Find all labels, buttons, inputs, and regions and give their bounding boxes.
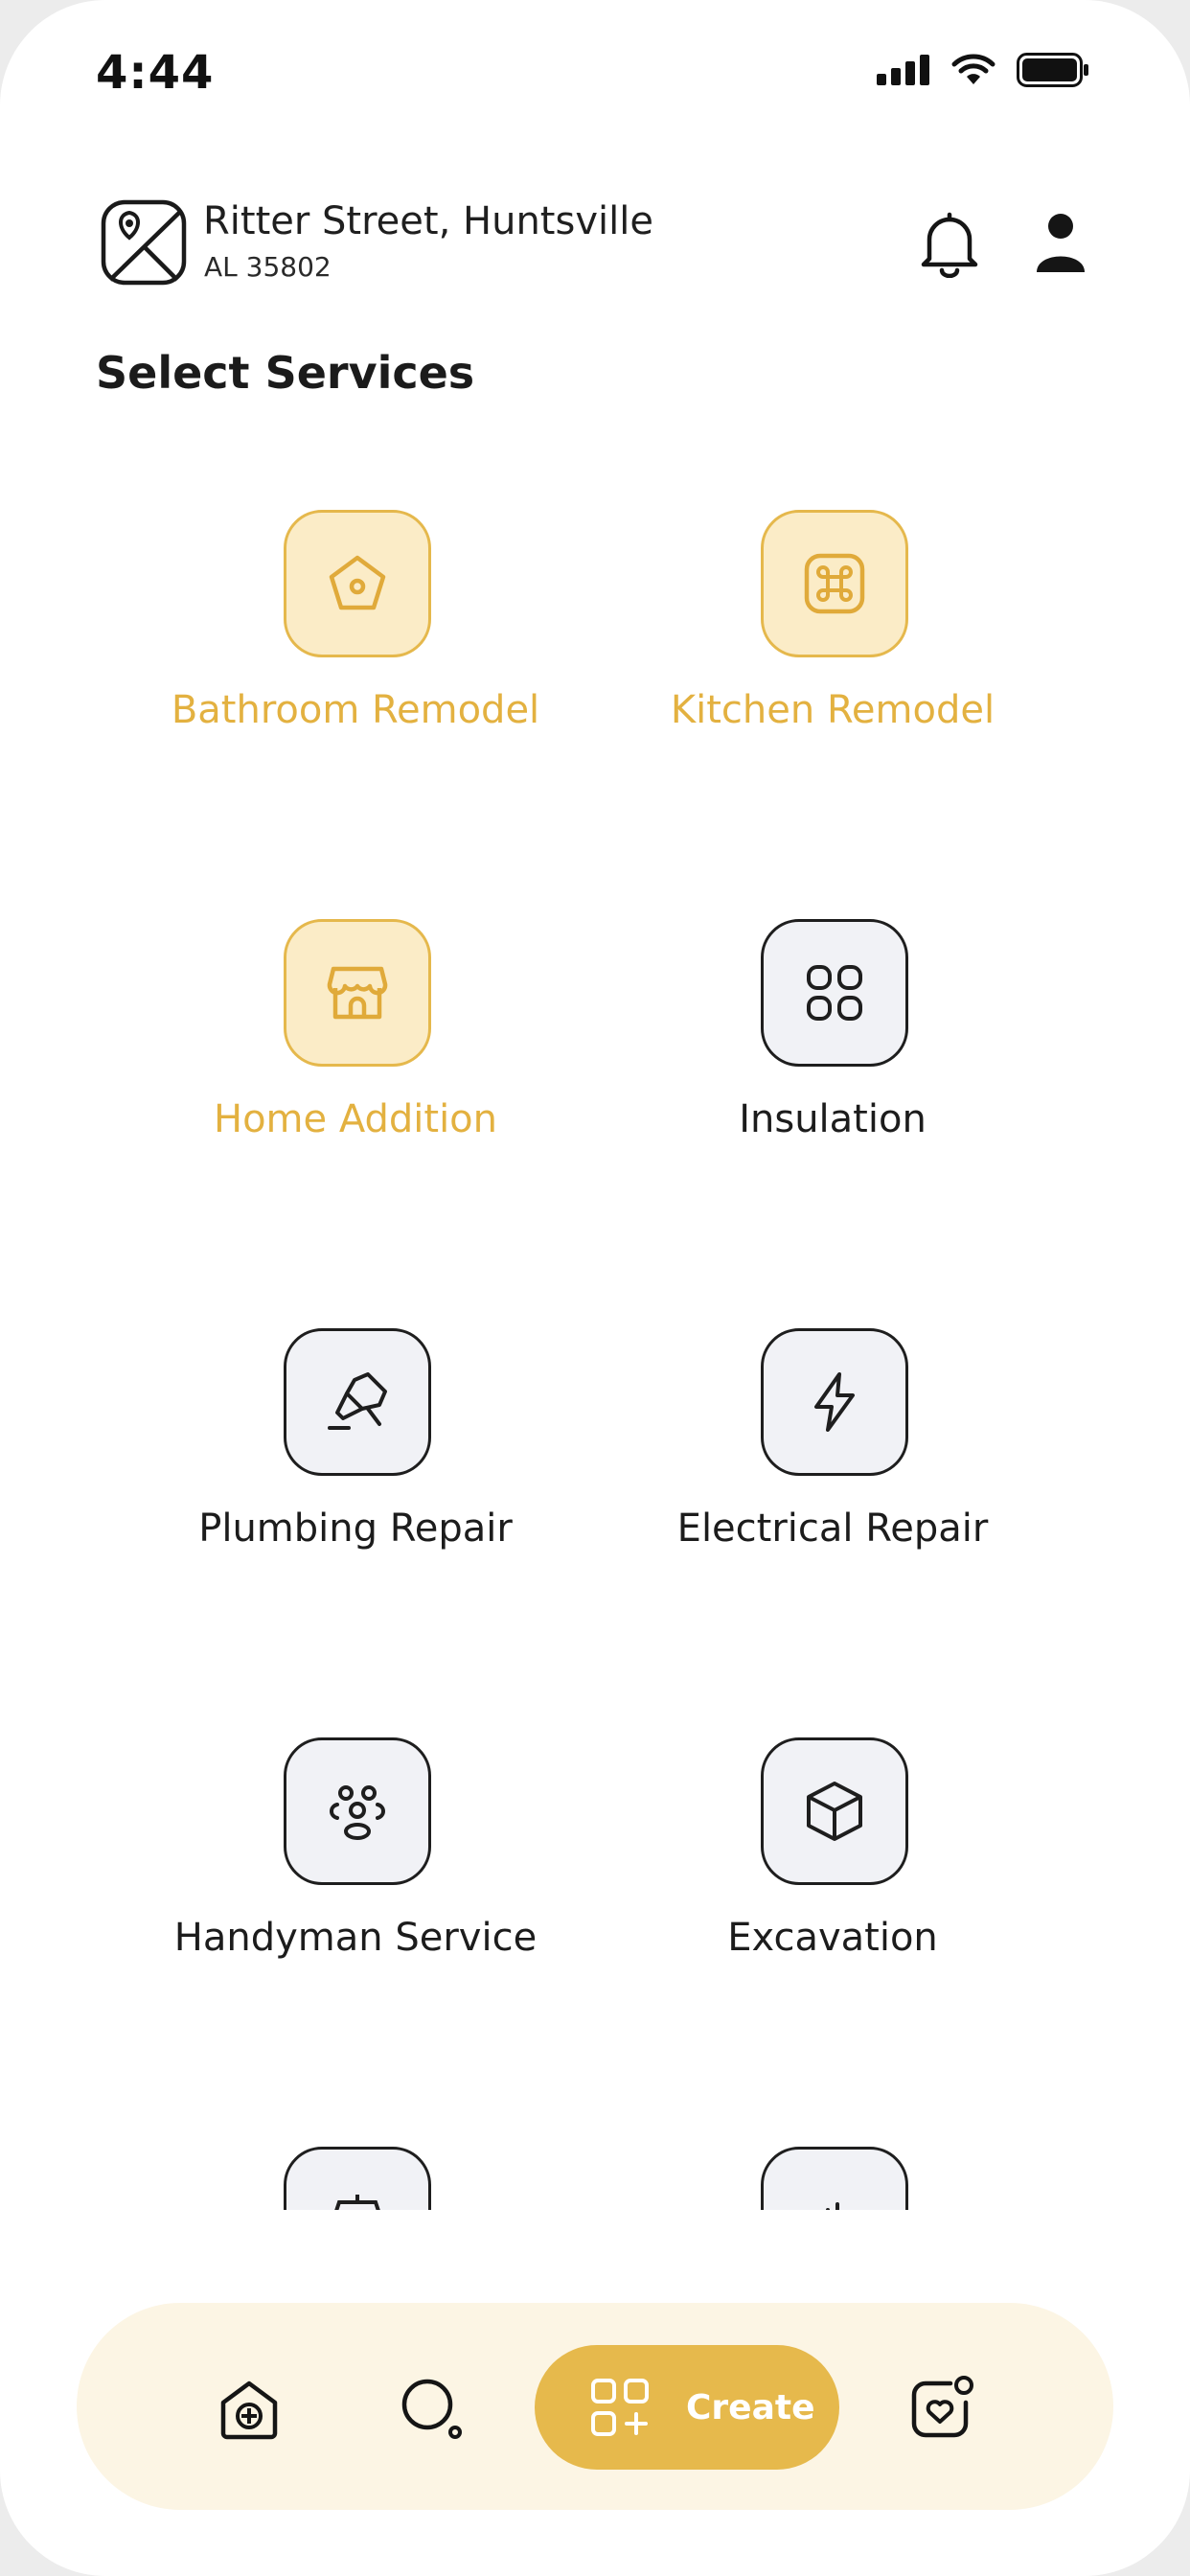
service-icon-box — [284, 1737, 431, 1885]
service-label: Kitchen Remodel — [670, 688, 995, 732]
brush-icon — [328, 1372, 387, 1430]
service-tile-home-addition[interactable]: Home Addition — [116, 869, 595, 1157]
address-line-1[interactable]: Ritter Street, Huntsville — [203, 199, 653, 243]
service-icon-box — [761, 1328, 908, 1476]
search-icon[interactable] — [400, 2378, 464, 2441]
home-pentagon-icon — [329, 555, 386, 610]
create-button[interactable]: Create — [535, 2345, 839, 2470]
shop-icon — [334, 2195, 380, 2210]
service-label: Excavation — [727, 1916, 938, 1960]
service-icon-box — [761, 1737, 908, 1885]
service-tile-electrical-repair[interactable]: Electrical Repair — [593, 1278, 1072, 1566]
favorites-icon[interactable] — [908, 2374, 975, 2441]
service-icon-box — [284, 919, 431, 1067]
service-tile-plumbing-repair[interactable]: Plumbing Repair — [116, 1278, 595, 1566]
box-icon — [807, 1782, 862, 1841]
battery-icon — [1017, 53, 1088, 87]
home-icon[interactable] — [216, 2378, 283, 2441]
service-tile-partial[interactable] — [116, 2097, 595, 2210]
people-icon — [330, 1785, 385, 1840]
service-icon-box — [761, 919, 908, 1067]
address-line-2: AL 35802 — [204, 251, 332, 283]
service-label: Insulation — [739, 1097, 927, 1141]
service-tile-excavation[interactable]: Excavation — [593, 1688, 1072, 1975]
wifi-icon — [951, 54, 995, 84]
create-button-label: Create — [686, 2387, 815, 2427]
service-icon-box — [284, 2147, 431, 2210]
bottom-nav: Create — [77, 2303, 1113, 2510]
add-grid-icon — [591, 2379, 649, 2436]
map-location-icon[interactable] — [101, 199, 187, 286]
command-icon — [804, 553, 865, 614]
service-label: Plumbing Repair — [198, 1506, 513, 1551]
phone-screen: 4:44 Ritter Street, Huntsville AL 35802 — [0, 0, 1190, 2576]
shop-icon — [327, 966, 388, 1020]
service-tile-kitchen-remodel[interactable]: Kitchen Remodel — [593, 460, 1072, 748]
service-label: Electrical Repair — [676, 1506, 989, 1551]
service-tile-partial[interactable] — [593, 2097, 1072, 2210]
service-label: Handyman Service — [173, 1916, 538, 1960]
chart-bars-icon — [826, 2202, 847, 2210]
lightning-icon — [814, 1372, 855, 1432]
service-tile-handyman-service[interactable]: Handyman Service — [116, 1688, 595, 1975]
category-grid-icon — [807, 965, 862, 1021]
service-label: Home Addition — [213, 1097, 497, 1141]
service-icon-box — [284, 510, 431, 657]
status-icons — [877, 53, 1089, 87]
cellular-signal-icon — [877, 55, 929, 85]
status-time: 4:44 — [96, 46, 215, 100]
service-icon-box — [284, 1328, 431, 1476]
user-profile-icon[interactable] — [1035, 213, 1087, 274]
bell-icon[interactable] — [918, 211, 981, 278]
service-tile-insulation[interactable]: Insulation — [593, 869, 1072, 1157]
service-icon-box — [761, 2147, 908, 2210]
services-grid: Bathroom Remodel Kitchen Remodel Home Ad… — [0, 460, 1190, 2210]
section-title: Select Services — [96, 347, 475, 399]
service-tile-bathroom-remodel[interactable]: Bathroom Remodel — [116, 460, 595, 748]
service-icon-box — [761, 510, 908, 657]
service-label: Bathroom Remodel — [171, 688, 540, 732]
